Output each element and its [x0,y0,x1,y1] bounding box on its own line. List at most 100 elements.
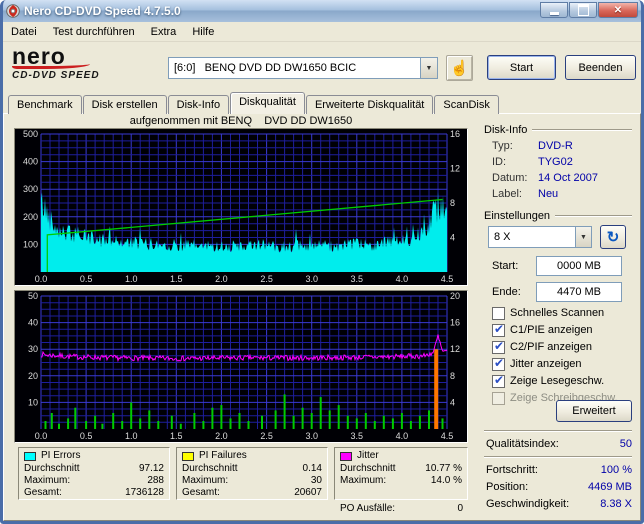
checkbox-c1-pie-anzeigen[interactable]: C1/PIE anzeigen [492,323,593,337]
disk-info-value: 14 Oct 2007 [538,172,598,184]
svg-text:500: 500 [23,129,38,139]
svg-text:4: 4 [450,397,455,407]
disk-info-value: Neu [538,188,558,200]
svg-text:8: 8 [450,371,455,381]
legend-value: 0.14 [303,463,322,475]
tab-scandisk[interactable]: ScanDisk [434,95,498,114]
nero-logo-wordmark: nero [12,46,162,66]
legend-value: 1736128 [125,487,164,499]
checkbox-zeige-lesegeschw[interactable]: Zeige Lesegeschw. [492,374,604,388]
drive-select[interactable]: [6:0] BENQ DVD DD DW1650 BCIC ▼ [168,57,438,79]
advanced-button[interactable]: Erweitert [556,400,632,422]
speed-value: 8.38 X [600,498,632,510]
po-failures-row: PO Ausfälle: 0 [334,503,468,514]
checkbox-box[interactable] [492,358,505,371]
start-button[interactable]: Start [487,55,556,80]
end-position-row: Ende: 4470 MB [492,282,632,302]
checkbox-jitter-anzeigen[interactable]: Jitter anzeigen [492,357,582,371]
tab-diskqualitaet[interactable]: Diskqualität [230,92,305,114]
speed-select[interactable]: 8 X ▼ [488,226,592,248]
disk-info-label: ID: [492,156,538,168]
svg-text:0.5: 0.5 [80,431,93,441]
svg-text:16: 16 [450,318,460,328]
checkbox-c2-pif-anzeigen[interactable]: C2/PIF anzeigen [492,340,592,354]
svg-text:3.5: 3.5 [351,274,364,284]
legend-label: Gesamt: [24,487,62,499]
legend-label: Maximum: [340,475,386,487]
legend-label: Maximum: [24,475,70,487]
close-button[interactable] [598,2,638,18]
svg-text:100: 100 [23,239,38,249]
quit-button[interactable]: Beenden [565,55,636,80]
tab-benchmark[interactable]: Benchmark [8,95,82,114]
hand-icon: ☝ [450,61,469,76]
checkbox-label: Schnelles Scannen [510,307,604,319]
start-position-field[interactable]: 0000 MB [536,256,622,276]
svg-text:400: 400 [23,157,38,167]
legend-label: Durchschnitt [340,463,396,475]
position-value: 4469 MB [588,481,632,493]
start-position-row: Start: 0000 MB [492,256,632,276]
pi-errors-legend: PI Errors Durchschnitt97.12 Maximum:288 … [18,447,170,500]
svg-text:4.0: 4.0 [396,274,409,284]
app-icon [6,4,20,18]
progress-label: Fortschritt: [486,464,538,476]
menu-item-datei[interactable]: Datei [3,23,45,41]
menu-item-hilfe[interactable]: Hilfe [184,23,222,41]
legend-value: 30 [311,475,322,487]
settings-title: Einstellungen [484,210,550,222]
chart-caption: aufgenommen mit BENQ DVD DD DW1650 [14,115,468,127]
svg-text:1.5: 1.5 [170,431,183,441]
tab-disk-erstellen[interactable]: Disk erstellen [83,95,167,114]
quality-index-label: Qualitätsindex: [486,438,559,450]
speed-row: Geschwindigkeit: 8.38 X [486,498,632,510]
pi-errors-swatch-icon [24,452,36,461]
progress-value: 100 % [601,464,632,476]
checkbox-box[interactable] [492,324,505,337]
pi-errors-legend-title: PI Errors [41,450,80,462]
app-window: Nero CD-DVD Speed 4.7.5.0 Datei Test dur… [0,0,644,524]
menubar: Datei Test durchführen Extra Hilfe [3,22,641,42]
checkbox-box[interactable] [492,375,505,388]
menu-item-test-durchfuehren[interactable]: Test durchführen [45,23,143,41]
legend-value: 14.0 % [431,475,462,487]
legend-label: Maximum: [182,475,228,487]
svg-text:3.0: 3.0 [305,274,318,284]
svg-text:8: 8 [450,198,455,208]
refresh-speeds-button[interactable]: ↻ [600,225,626,249]
separator [484,430,632,432]
jitter-swatch-icon [340,452,352,461]
tab-disk-info[interactable]: Disk-Info [168,95,229,114]
svg-text:3.5: 3.5 [351,431,364,441]
pi-errors-chart: 1002003004005004812160.00.51.01.52.02.53… [14,128,468,286]
end-position-field[interactable]: 4470 MB [536,282,622,302]
svg-text:12: 12 [450,164,460,174]
tab-erweiterte-diskqualitaet[interactable]: Erweiterte Diskqualität [306,95,433,114]
maximize-button[interactable] [569,2,597,18]
quality-index-row: Qualitätsindex: 50 [486,438,632,450]
svg-text:0.0: 0.0 [35,274,48,284]
tab-bar: Benchmark Disk erstellen Disk-Info Diskq… [8,92,500,114]
svg-text:2.5: 2.5 [260,431,273,441]
separator [484,456,632,458]
svg-text:2.5: 2.5 [260,274,273,284]
checkbox-schnelles-scannen[interactable]: Schnelles Scannen [492,306,604,320]
pi-failures-swatch-icon [182,452,194,461]
svg-text:1.0: 1.0 [125,274,138,284]
dropdown-arrow-icon[interactable]: ▼ [575,227,591,247]
checkbox-box[interactable] [492,307,505,320]
minimize-button[interactable] [540,2,568,18]
menu-item-extra[interactable]: Extra [143,23,185,41]
disk-info-title: Disk-Info [484,124,527,136]
dropdown-arrow-icon[interactable]: ▼ [420,58,437,78]
checkbox-box [492,392,505,405]
eject-disc-button[interactable]: ☝ [446,55,473,81]
legend-label: Durchschnitt [24,463,80,475]
checkbox-box[interactable] [492,341,505,354]
disk-info-row-typ: Typ:DVD-R [492,140,632,152]
checkbox-label: C2/PIF anzeigen [510,341,592,353]
svg-text:3.0: 3.0 [305,431,318,441]
progress-row: Fortschritt: 100 % [486,464,632,476]
quality-index-value: 50 [620,438,632,450]
settings-group-header: Einstellungen [484,210,632,222]
